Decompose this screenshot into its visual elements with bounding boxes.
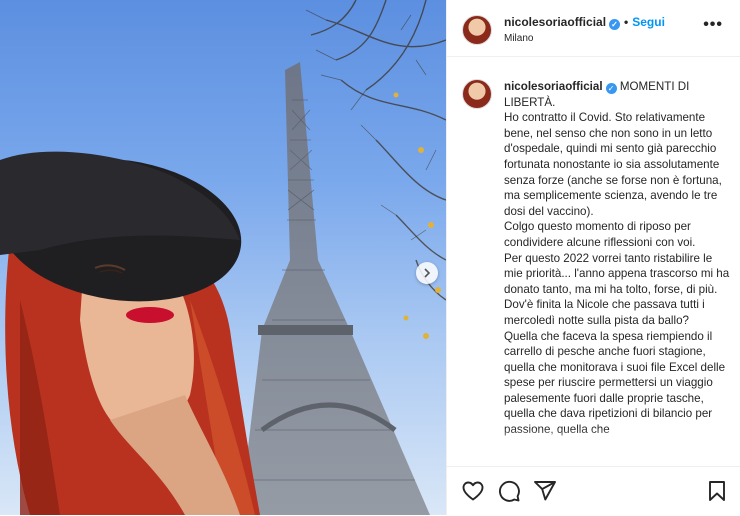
verified-icon: ✓ — [609, 19, 621, 30]
woman-selfie — [0, 151, 260, 515]
caption-area: nicolesoriaofficial ✓ MOMENTI DI LIBERTÀ.… — [447, 57, 740, 454]
share-icon[interactable] — [533, 479, 557, 503]
caption-body: MOMENTI DI LIBERTÀ. Ho contratto il Covi… — [504, 80, 730, 436]
follow-button[interactable]: Segui — [632, 15, 665, 29]
instagram-post: nicolesoriaofficial ✓ • Segui Milano ••• ni… — [0, 0, 740, 515]
comment-icon[interactable] — [497, 479, 521, 503]
caption-avatar[interactable] — [462, 79, 492, 109]
header-user-line: nicolesoriaofficial ✓ • Segui — [504, 15, 665, 30]
post-header: nicolesoriaofficial ✓ • Segui Milano ••• — [447, 0, 740, 57]
bookmark-icon[interactable] — [705, 479, 729, 503]
caption-fade — [447, 428, 740, 454]
verified-icon: ✓ — [605, 83, 617, 95]
avatar[interactable] — [462, 15, 492, 45]
heart-icon[interactable] — [461, 479, 485, 503]
caption-text-block: nicolesoriaofficial ✓ MOMENTI DI LIBERTÀ.… — [504, 79, 730, 438]
more-options-icon[interactable]: ••• — [703, 16, 723, 34]
location-link[interactable]: Milano — [504, 33, 533, 44]
chevron-right-icon — [424, 268, 431, 278]
next-image-button[interactable] — [416, 262, 438, 284]
post-side-panel: nicolesoriaofficial ✓ • Segui Milano ••• ni… — [446, 0, 740, 515]
action-bar — [447, 466, 740, 516]
username-link[interactable]: nicolesoriaofficial — [504, 15, 606, 29]
caption-username[interactable]: nicolesoriaofficial — [504, 80, 603, 93]
separator-dot: • — [624, 15, 629, 29]
post-photo[interactable] — [0, 0, 446, 515]
